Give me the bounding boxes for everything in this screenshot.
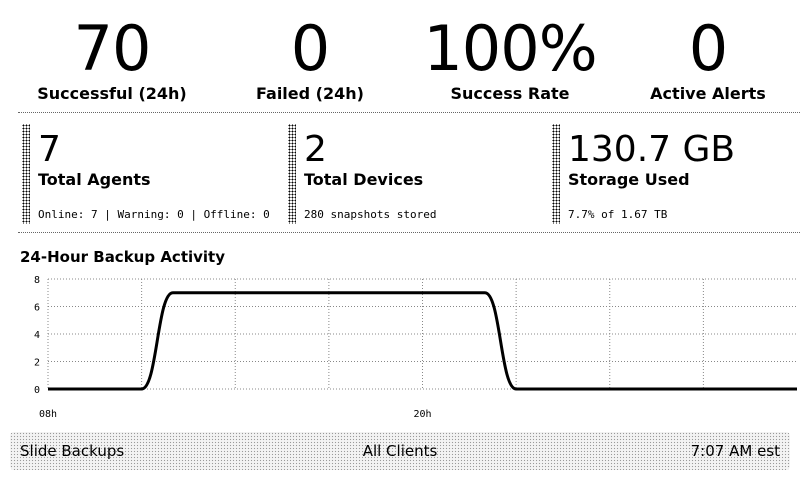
card-pattern: [552, 124, 560, 224]
y-tick-label: 4: [34, 330, 40, 341]
summary-stats: 70 Successful (24h) 0 Failed (24h) 100% …: [0, 0, 800, 112]
backup-activity-chart: 0 2 4 6 8 08h 20h: [34, 275, 797, 420]
card-pattern: [288, 124, 296, 224]
card-storage-value: 130.7 GB: [568, 129, 736, 170]
card-total-agents: 7 Total Agents Online: 7 | Warning: 0 | …: [22, 124, 272, 224]
stat-active-alerts: 0 Active Alerts: [628, 18, 788, 104]
card-agents-label: Total Agents: [38, 170, 151, 189]
x-tick-label: 20h: [413, 409, 431, 420]
x-tick-label: 08h: [39, 409, 57, 420]
y-tick-label: 0: [34, 385, 40, 396]
y-tick-label: 6: [34, 303, 40, 314]
stat-failed-label: Failed (24h): [256, 84, 364, 103]
card-agents-value: 7: [38, 129, 61, 170]
card-total-devices: 2 Total Devices 280 snapshots stored: [288, 124, 538, 224]
stat-success-rate: 100% Success Rate: [420, 18, 600, 104]
footer-bar: Slide Backups All Clients 7:07 AM est: [10, 432, 790, 470]
card-pattern: [22, 124, 30, 224]
card-devices-snapshots: 280 snapshots stored: [304, 208, 437, 221]
stat-failed: 0 Failed (24h): [230, 18, 390, 104]
stat-successful-value: 70: [73, 12, 152, 85]
stat-failed-value: 0: [290, 12, 330, 85]
divider: [18, 112, 800, 113]
stat-success-rate-label: Success Rate: [450, 84, 570, 103]
chart-title: 24-Hour Backup Activity: [20, 248, 225, 266]
card-storage-label: Storage Used: [568, 170, 690, 189]
activity-series-line: [47, 291, 797, 391]
y-tick-label: 2: [34, 358, 40, 369]
stat-active-alerts-value: 0: [688, 12, 728, 85]
card-storage-used: 130.7 GB Storage Used 7.7% of 1.67 TB: [552, 124, 792, 224]
card-agents-status: Online: 7 | Warning: 0 | Offline: 0: [38, 208, 270, 221]
divider: [18, 232, 800, 233]
card-storage-capacity: 7.7% of 1.67 TB: [568, 208, 668, 221]
card-devices-value: 2: [304, 129, 327, 170]
card-devices-label: Total Devices: [304, 170, 424, 189]
stat-successful: 70 Successful (24h): [32, 18, 192, 104]
footer-client-filter: All Clients: [362, 442, 438, 460]
y-tick-label: 8: [34, 275, 40, 286]
stat-active-alerts-label: Active Alerts: [650, 84, 766, 103]
stat-successful-label: Successful (24h): [37, 84, 187, 103]
info-cards: 7 Total Agents Online: 7 | Warning: 0 | …: [0, 118, 800, 228]
footer-clock: 7:07 AM est: [690, 442, 780, 460]
stat-success-rate-value: 100%: [423, 12, 597, 85]
